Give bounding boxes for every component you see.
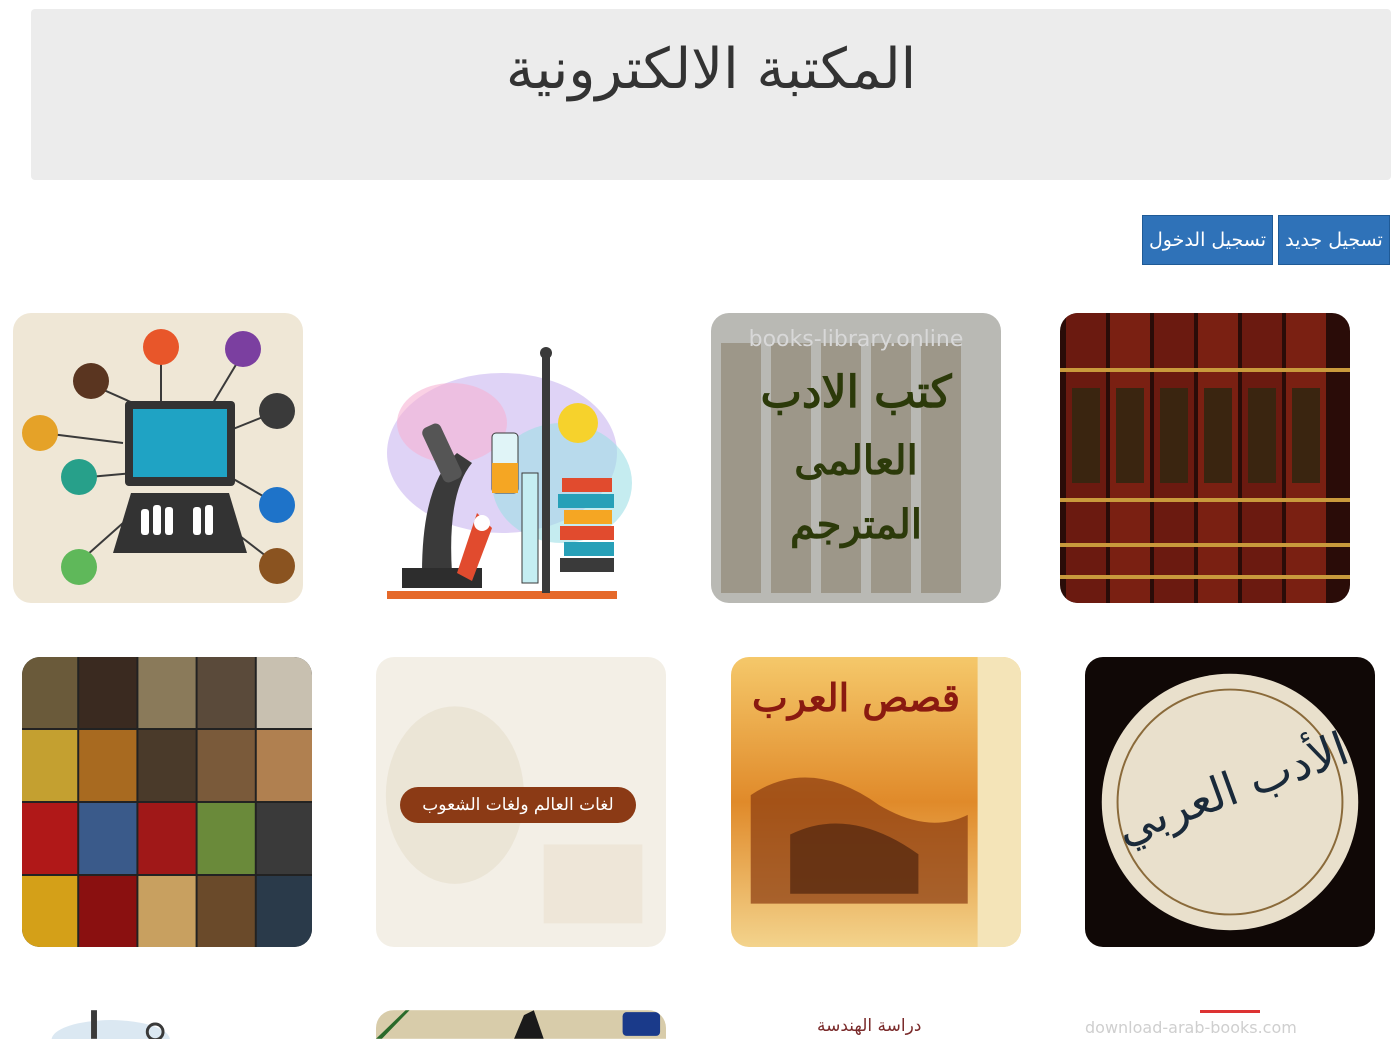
category-card-science[interactable] — [362, 313, 652, 603]
downloads-watermark: download-arab-books.com — [1085, 1018, 1297, 1037]
category-card-languages[interactable]: لغات العالم ولغات الشعوب — [376, 657, 666, 947]
engineering-label: دراسة الهندسة — [817, 1016, 922, 1036]
languages-caption: لغات العالم ولغات الشعوب — [400, 787, 636, 823]
category-card-arab-stories[interactable]: قصص العرب — [731, 657, 1021, 947]
doctor-image — [22, 1010, 312, 1039]
science-lab-image — [362, 313, 652, 603]
red-underline — [1200, 1010, 1260, 1013]
site-header: المكتبة الالكترونية — [31, 9, 1391, 180]
programming-languages-image — [13, 313, 303, 603]
watermark-text: books-library.online — [748, 327, 964, 352]
login-button[interactable]: تسجيل الدخول — [1142, 215, 1273, 265]
book-volumes-image — [1060, 313, 1350, 603]
category-card-translated-literature[interactable]: books-library.online كتب الادب العالمى ا… — [711, 313, 1001, 603]
translated-lit-line1: كتب الادب — [760, 367, 952, 418]
translated-lit-line3: المترجم — [790, 501, 922, 548]
category-card-novels[interactable] — [22, 657, 312, 947]
category-card-medicine[interactable] — [22, 1010, 312, 1039]
page-title: المكتبة الالكترونية — [505, 37, 917, 102]
category-card-programming[interactable] — [13, 313, 303, 603]
register-button[interactable]: تسجيل جديد — [1278, 215, 1390, 265]
translated-lit-line2: العالمى — [794, 437, 918, 484]
category-card-arabic-literature[interactable]: الأدب العربي — [1085, 657, 1375, 947]
category-card-heritage-books[interactable] — [1060, 313, 1350, 603]
silhouette-image — [376, 1010, 666, 1039]
arab-stories-title: قصص العرب — [751, 675, 961, 720]
novels-collage-image — [22, 657, 312, 947]
category-card-self-development[interactable] — [376, 1010, 666, 1039]
